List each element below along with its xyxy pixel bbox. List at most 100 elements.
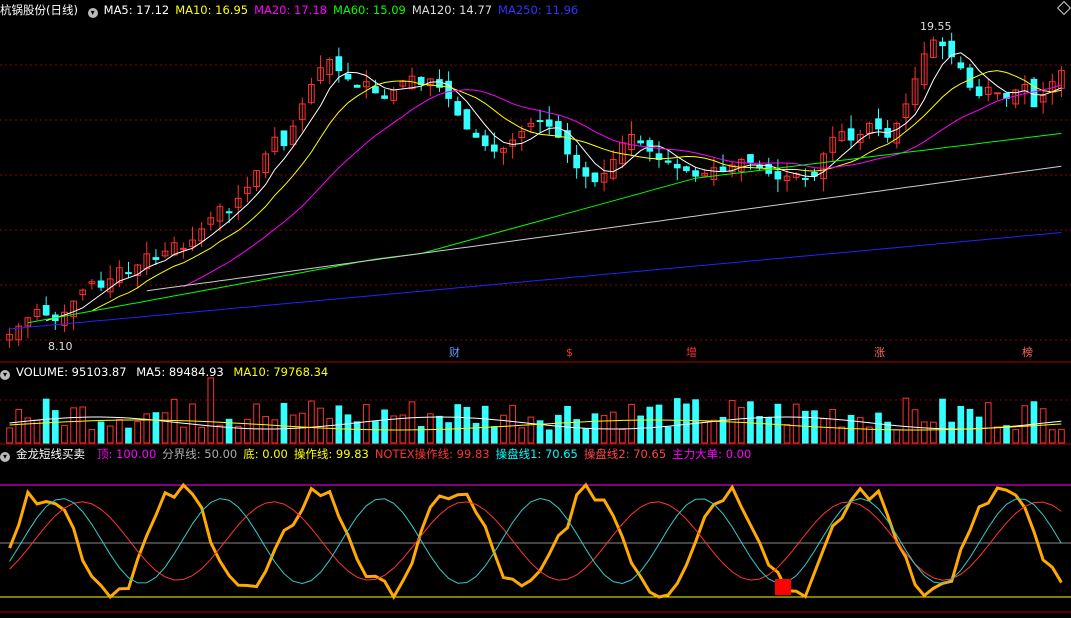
volume-bar [673,398,681,444]
ma20-line [183,84,1062,288]
volume-bar [353,421,361,444]
volume-bar [646,406,654,444]
candle-body [491,144,498,152]
ma10-line [91,70,1062,312]
main-force-signal-marker [775,579,791,595]
event-marker-ranking[interactable]: 榜 [1022,346,1033,360]
candle-body [875,118,882,130]
event-marker-limit-up[interactable]: 涨 [874,346,885,360]
candle-body [454,101,462,116]
candle-body [152,257,160,260]
low-price-label: 8.10 [48,340,73,353]
volume-bar [115,418,123,444]
collapse-icon[interactable]: ▾ [0,370,10,380]
collapse-icon[interactable]: ▾ [0,452,10,462]
volume-ma10: MA10: 79768.34 [233,365,329,379]
ma-legend-item: MA5: 17.12 [103,3,170,17]
volume-bar [984,402,992,444]
volume-bar [216,424,224,444]
volume-bar [655,404,663,444]
candle-body [719,166,727,172]
ma250-line [9,232,1062,330]
candle-body [957,62,965,69]
candle-body [591,172,599,183]
candle-body [381,95,388,99]
volume-ma5-line [9,416,1062,430]
event-marker-dividend[interactable]: $ [566,346,573,360]
candle-body [774,171,782,180]
volume-bar [234,425,242,444]
volume-bar [801,410,809,444]
volume-bar [280,402,288,444]
candle-body [637,140,645,144]
volume-bar [957,406,965,444]
volume-bar [207,377,215,444]
operator-line-2 [9,501,1062,581]
volume-bar [399,414,407,444]
volume-bar [15,409,23,444]
volume-bar [911,409,919,444]
volume-bar [518,427,526,444]
volume-bar [79,406,87,444]
stock-name: 杭锅股份 [0,3,46,17]
volume-bar [170,398,178,444]
volume-bar [710,419,718,444]
candle-body [225,211,233,214]
volume-bar [1058,428,1065,444]
collapse-icon[interactable]: ▾ [87,8,98,18]
indicator-legend-item: 分界线: 50.00 [162,447,238,461]
operator-line-1 [9,497,1062,585]
volume-bar [1048,429,1056,444]
volume-bar [472,422,480,444]
candle-body [472,132,480,138]
volume-bar [756,416,763,444]
candle-body [975,86,983,97]
candle-body [555,121,562,138]
volume-bar [692,399,699,444]
indicator-panel-header: ▾ 金龙短线买卖 顶: 100.00 分界线: 50.00 底: 0.00 操作线: 99… [0,446,763,462]
volume-panel-header: ▾ VOLUME: 95103.87 MA5: 89484.93 MA10: 79… [0,364,334,380]
volume-bar [70,407,77,444]
volume-bar [783,423,791,444]
candle-body [280,130,288,147]
candle-body [372,86,379,94]
indicator-legend: 顶: 100.00 分界线: 50.00 底: 0.00 操作线: 99.83 NOTE… [91,447,757,461]
volume-bar [545,429,553,444]
volume-bar [51,410,59,444]
candle-body [683,166,690,172]
volume-bar [609,411,617,444]
indicator-legend-item: NOTEX操作线: 99.83 [374,447,490,461]
volume-bar [838,426,846,444]
volume-bar [820,418,827,444]
volume-bar [1039,408,1047,444]
volume-bar [463,406,471,444]
volume-bar [445,422,452,444]
volume-bar [408,401,416,444]
candle-body [801,177,809,180]
event-marker-finance[interactable]: 财 [449,346,460,360]
candle-body [747,154,754,163]
volume-bar [555,414,562,444]
indicator-legend-item: 顶: 100.00 [97,447,157,461]
event-marker-increase[interactable]: 增 [686,346,697,360]
volume-bar [125,427,132,444]
volume-bar [143,413,151,444]
indicator-title: 金龙短线买卖 [16,447,85,461]
volume-bar [527,416,535,444]
volume-bar [326,417,334,444]
volume-bar [106,425,114,444]
indicator-legend-item: 主力大单: 0.00 [672,447,752,461]
ma-legend-item: MA20: 17.18 [254,3,327,17]
candle-body [125,272,132,275]
volume-bar [6,427,13,444]
candle-body [673,163,681,169]
volume-bar [966,408,974,444]
candle-body [1030,78,1038,108]
volume-bar [948,421,956,444]
volume-bar [308,400,315,444]
volume-bar [1030,401,1038,444]
volume-bar [61,424,68,444]
candle-body [756,164,763,169]
candle-body [573,154,580,169]
volume-bar [244,418,251,444]
